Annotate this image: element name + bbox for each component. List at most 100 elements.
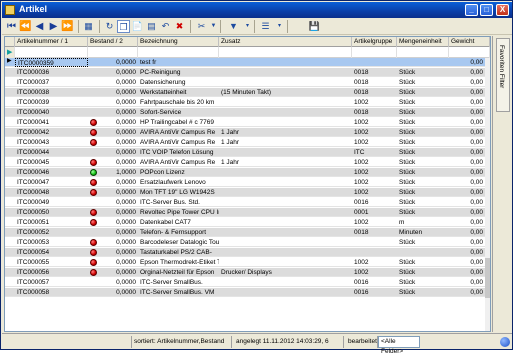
filter-row[interactable]: ▶: [5, 47, 490, 58]
column-header-zusatz[interactable]: Zusatz: [219, 37, 352, 47]
row-selector[interactable]: [5, 248, 15, 257]
row-selector[interactable]: [5, 68, 15, 77]
undo-icon[interactable]: ↶: [159, 20, 172, 33]
cell-gewicht[interactable]: 0,00: [449, 58, 485, 67]
row-selector[interactable]: [5, 138, 15, 147]
form-view-icon[interactable]: ▦: [82, 20, 95, 33]
filter-cell[interactable]: [138, 47, 219, 58]
row-selector[interactable]: [5, 238, 15, 247]
table-row[interactable]: ITC000038 0,0000 Werkstatteinheit (15 Minut…: [5, 88, 490, 97]
cell-gewicht[interactable]: 0,00: [449, 128, 485, 137]
cell-artikelgruppe[interactable]: 1002: [352, 138, 397, 147]
cell-artikelnummer[interactable]: ITC000040: [15, 108, 88, 117]
cell-bestand[interactable]: 0,0000: [98, 278, 138, 287]
cell-bezeichnung[interactable]: Datenkabel CAT7: [138, 218, 219, 227]
cell-zusatz[interactable]: (15 Minuten Takt): [219, 88, 352, 97]
cell-bestand[interactable]: 0,0000: [98, 238, 138, 247]
table-row[interactable]: ITC000048 0,0000 Mon TFT 19" LG W1942S 1002…: [5, 188, 490, 197]
column-header-bezeichnung[interactable]: Bezeichnung: [138, 37, 219, 47]
cell-gewicht[interactable]: 0,00: [449, 258, 485, 267]
cell-bezeichnung[interactable]: AVIRA AntiVir Campus Re: [138, 138, 219, 147]
cell-artikelgruppe[interactable]: 1002: [352, 118, 397, 127]
cell-zusatz[interactable]: [219, 248, 352, 257]
cell-gewicht[interactable]: 0,00: [449, 98, 485, 107]
cell-artikelgruppe[interactable]: 1002: [352, 178, 397, 187]
table-row[interactable]: ITC000058 0,0000 ITC-Server SmallBus. VM 00…: [5, 288, 490, 297]
cell-bezeichnung[interactable]: ITC-Server SmallBus. VM: [138, 288, 219, 297]
cell-zusatz[interactable]: 1 Jahr: [219, 128, 352, 137]
table-row[interactable]: ITC000040 0,0000 Sofort-Service 0018 Stück 0,…: [5, 108, 490, 117]
row-selector[interactable]: [5, 148, 15, 157]
cell-bezeichnung[interactable]: ITC-Server SmallBus.: [138, 278, 219, 287]
cell-bestand[interactable]: 0,0000: [98, 268, 138, 277]
row-selector[interactable]: [5, 118, 15, 127]
cell-zusatz[interactable]: [219, 188, 352, 197]
cell-artikelnummer[interactable]: ITC000038: [15, 88, 88, 97]
paste-icon[interactable]: ▤: [145, 20, 158, 33]
table-row[interactable]: ITC000055 0,0000 Epson Thermodrekt-Etiket …: [5, 258, 490, 267]
cell-bezeichnung[interactable]: Tastaturkabel PS/2 CAB-: [138, 248, 219, 257]
cell-bestand[interactable]: 0,0000: [98, 88, 138, 97]
cell-artikelgruppe[interactable]: 0016: [352, 278, 397, 287]
cell-bestand[interactable]: 0,0000: [98, 128, 138, 137]
cell-bestand[interactable]: 0,0000: [98, 258, 138, 267]
table-row[interactable]: ITC000039 0,0000 Fahrtpauschale bis 20 km 1…: [5, 98, 490, 107]
maximize-button[interactable]: □: [480, 4, 493, 16]
cell-mengeneinheit[interactable]: Stück: [397, 128, 449, 137]
cell-artikelgruppe[interactable]: 1002: [352, 188, 397, 197]
cell-zusatz[interactable]: [219, 258, 352, 267]
prev-record-icon[interactable]: ◀: [33, 20, 46, 33]
cell-bestand[interactable]: 1,0000: [98, 168, 138, 177]
cell-bezeichnung[interactable]: Fahrtpauschale bis 20 km: [138, 98, 219, 107]
cell-artikelgruppe[interactable]: 1002: [352, 218, 397, 227]
cell-mengeneinheit[interactable]: Stück: [397, 178, 449, 187]
cell-zusatz[interactable]: [219, 288, 352, 297]
cell-bestand[interactable]: 0,0000: [98, 68, 138, 77]
cell-mengeneinheit[interactable]: Stück: [397, 168, 449, 177]
cell-bezeichnung[interactable]: test fr: [138, 58, 219, 67]
cell-mengeneinheit[interactable]: Stück: [397, 98, 449, 107]
cell-gewicht[interactable]: 0,00: [449, 228, 485, 237]
cell-artikelnummer[interactable]: ITC000046: [15, 168, 88, 177]
cell-bestand[interactable]: 0,0000: [98, 288, 138, 297]
cell-gewicht[interactable]: 0,00: [449, 138, 485, 147]
cell-artikelgruppe[interactable]: 1002: [352, 258, 397, 267]
favorites-filter-tab[interactable]: Favoriten Filter: [496, 38, 510, 112]
cut-dropdown-icon[interactable]: ▼: [207, 20, 220, 33]
cell-mengeneinheit[interactable]: Stück: [397, 88, 449, 97]
cell-artikelnummer[interactable]: ITC000041: [15, 118, 88, 127]
cell-bestand[interactable]: 0,0000: [98, 198, 138, 207]
list-dropdown-icon[interactable]: ▾: [273, 20, 286, 33]
cell-artikelgruppe[interactable]: 1002: [352, 98, 397, 107]
cell-artikelgruppe[interactable]: 1002: [352, 268, 397, 277]
cell-gewicht[interactable]: 0,00: [449, 108, 485, 117]
table-row[interactable]: ITC000053 0,0000 Barcodeleser Datalogic To…: [5, 238, 490, 247]
cell-zusatz[interactable]: [219, 148, 352, 157]
table-row[interactable]: ITC000047 0,0000 Ersatzlaufwerk Lenovo 1002…: [5, 178, 490, 187]
table-row[interactable]: ITC000052 0,0000 Telefon- & Fernsupport 001…: [5, 228, 490, 237]
filter-icon[interactable]: ▼: [227, 20, 240, 33]
cell-bestand[interactable]: 0,0000: [98, 118, 138, 127]
cell-mengeneinheit[interactable]: Stück: [397, 188, 449, 197]
cell-artikelnummer[interactable]: ITC000053: [15, 238, 88, 247]
table-row[interactable]: ITC0000359 0,0000test fr 0,00: [5, 57, 490, 67]
cell-bezeichnung[interactable]: Barcodeleser Datalogic Tou: [138, 238, 219, 247]
row-selector[interactable]: [5, 268, 15, 277]
cell-artikelnummer[interactable]: ITC000037: [15, 78, 88, 87]
cell-mengeneinheit[interactable]: Stück: [397, 278, 449, 287]
cell-artikelnummer[interactable]: ITC000057: [15, 278, 88, 287]
cell-mengeneinheit[interactable]: Stück: [397, 108, 449, 117]
cell-artikelnummer[interactable]: ITC000043: [15, 138, 88, 147]
cell-bezeichnung[interactable]: Sofort-Service: [138, 108, 219, 117]
cell-artikelgruppe[interactable]: 0001: [352, 208, 397, 217]
cell-gewicht[interactable]: 0,00: [449, 178, 485, 187]
cell-bezeichnung[interactable]: Epson Thermodrekt-Etiket TM-L 60 II: [138, 258, 219, 267]
cell-artikelgruppe[interactable]: [352, 248, 397, 257]
row-selector[interactable]: [5, 57, 15, 67]
cell-bezeichnung[interactable]: Revoltec Pipe Tower CPU Intel/AMD: [138, 208, 219, 217]
table-row[interactable]: ITC000050 0,0000 Revoltec Pipe Tower CPU I…: [5, 208, 490, 217]
cell-artikelnummer[interactable]: ITC000056: [15, 268, 88, 277]
cell-mengeneinheit[interactable]: Stück: [397, 78, 449, 87]
row-selector[interactable]: [5, 98, 15, 107]
row-selector[interactable]: [5, 208, 15, 217]
